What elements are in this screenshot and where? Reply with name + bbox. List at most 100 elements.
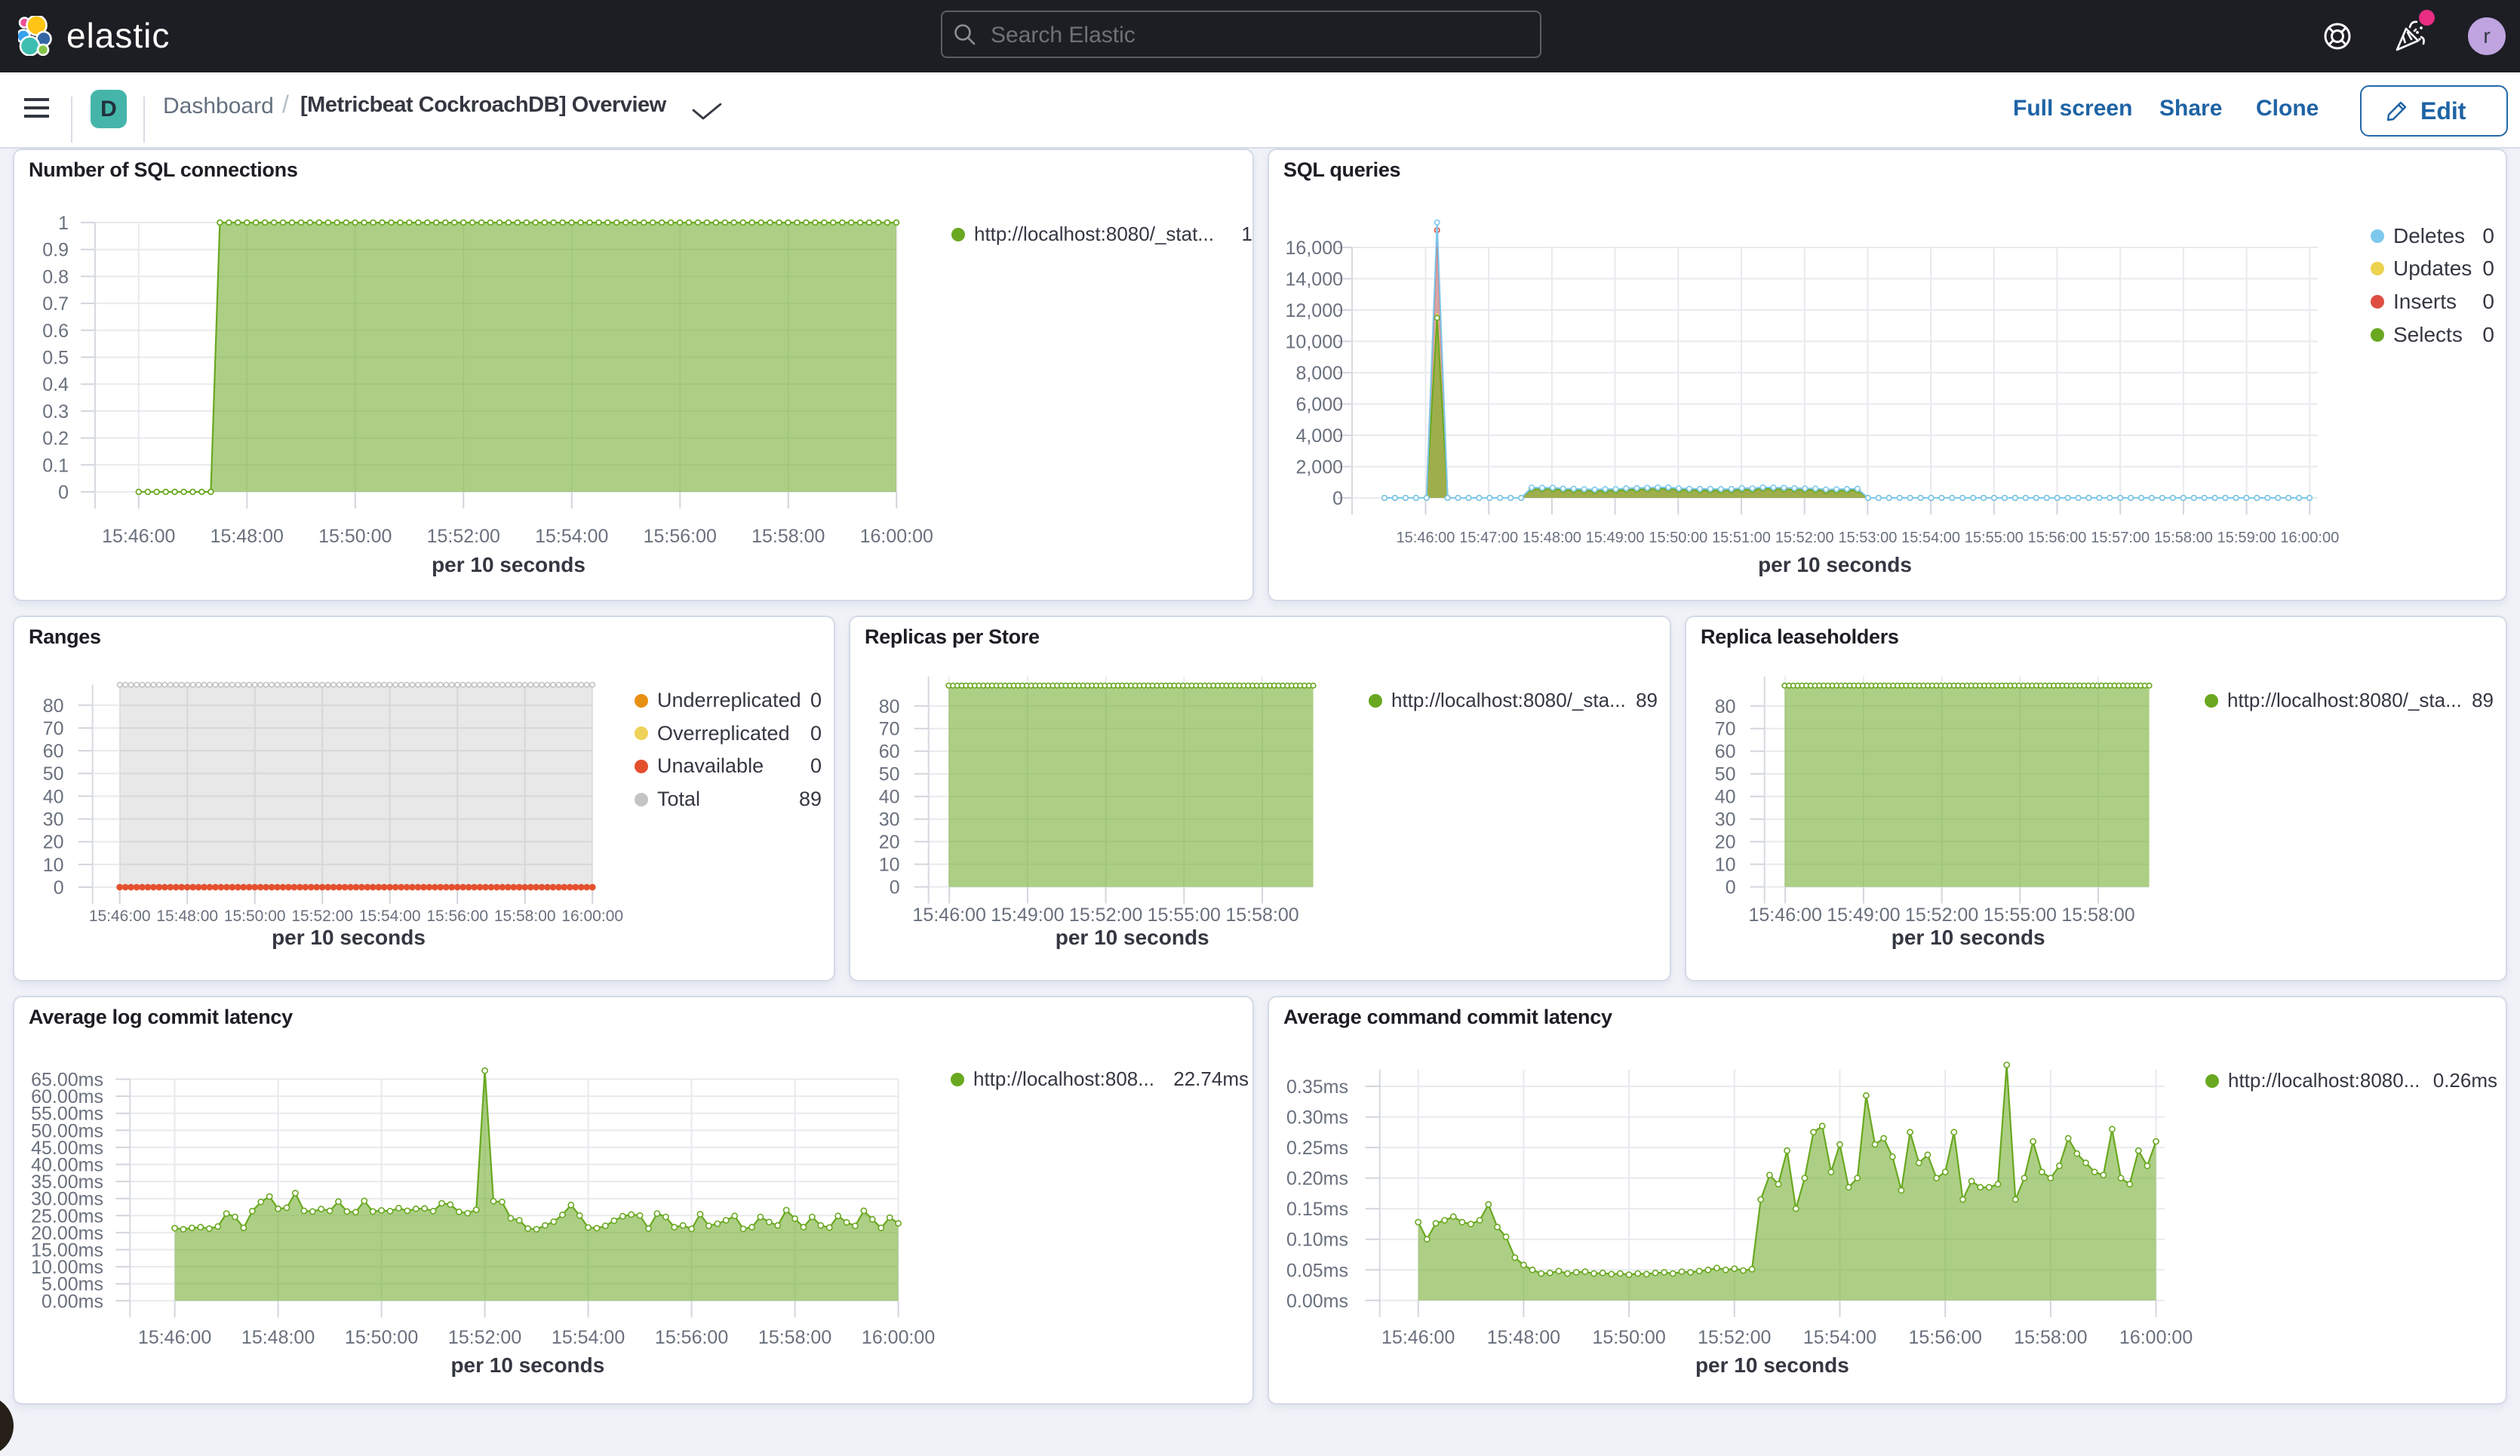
svg-text:16:00:00: 16:00:00: [561, 908, 623, 925]
svg-text:15:56:00: 15:56:00: [2028, 530, 2087, 546]
svg-text:70: 70: [1715, 719, 1736, 740]
svg-text:per 10 seconds: per 10 seconds: [432, 553, 585, 576]
svg-text:30: 30: [43, 809, 64, 831]
svg-text:40: 40: [879, 787, 900, 808]
svg-text:6,000: 6,000: [1295, 395, 1343, 416]
svg-text:15:58:00: 15:58:00: [758, 1327, 831, 1348]
svg-text:65.00ms: 65.00ms: [31, 1070, 103, 1091]
svg-text:15:50:00: 15:50:00: [224, 908, 286, 925]
svg-text:80: 80: [43, 696, 64, 717]
svg-text:15:46:00: 15:46:00: [89, 908, 151, 925]
svg-text:per 10 seconds: per 10 seconds: [450, 1353, 604, 1377]
svg-text:70: 70: [879, 719, 900, 740]
svg-text:15:55:00: 15:55:00: [1148, 905, 1221, 926]
svg-text:60: 60: [879, 742, 900, 763]
svg-text:15:50:00: 15:50:00: [345, 1327, 418, 1348]
svg-text:16:00:00: 16:00:00: [2119, 1327, 2193, 1348]
svg-text:0: 0: [1726, 877, 1736, 898]
svg-text:30: 30: [1715, 809, 1736, 831]
svg-text:10: 10: [1715, 855, 1736, 876]
svg-text:15:49:00: 15:49:00: [1827, 905, 1900, 926]
svg-text:15:48:00: 15:48:00: [241, 1327, 315, 1348]
svg-text:15:55:00: 15:55:00: [1965, 530, 2024, 546]
svg-text:15:50:00: 15:50:00: [318, 526, 392, 547]
svg-text:10: 10: [879, 855, 900, 876]
svg-text:15:52:00: 15:52:00: [1905, 905, 1978, 926]
svg-text:15:51:00: 15:51:00: [1712, 530, 1771, 546]
svg-text:0: 0: [58, 482, 69, 503]
svg-text:per 10 seconds: per 10 seconds: [272, 926, 426, 949]
svg-text:0: 0: [54, 877, 64, 898]
svg-text:15:58:00: 15:58:00: [494, 908, 556, 925]
svg-text:70: 70: [43, 718, 64, 739]
svg-text:15:52:00: 15:52:00: [448, 1327, 521, 1348]
svg-text:15:57:00: 15:57:00: [2091, 530, 2150, 546]
svg-text:15:56:00: 15:56:00: [426, 908, 488, 925]
svg-text:20: 20: [43, 832, 64, 853]
svg-text:0.7: 0.7: [42, 293, 69, 315]
svg-text:15:48:00: 15:48:00: [1523, 530, 1581, 546]
svg-text:15:58:00: 15:58:00: [1225, 905, 1298, 926]
svg-text:0: 0: [890, 877, 900, 898]
svg-text:0.30ms: 0.30ms: [1286, 1107, 1348, 1129]
svg-text:15:58:00: 15:58:00: [2061, 905, 2134, 926]
svg-text:15:49:00: 15:49:00: [1586, 530, 1645, 546]
svg-text:15:50:00: 15:50:00: [1592, 1327, 1665, 1348]
svg-text:40: 40: [43, 786, 64, 807]
svg-text:0.10ms: 0.10ms: [1286, 1230, 1348, 1251]
svg-text:per 10 seconds: per 10 seconds: [1695, 1353, 1849, 1377]
svg-text:15:50:00: 15:50:00: [1649, 530, 1707, 546]
svg-text:0.00ms: 0.00ms: [1286, 1291, 1348, 1312]
svg-text:10,000: 10,000: [1286, 332, 1343, 353]
svg-text:15:53:00: 15:53:00: [1838, 530, 1897, 546]
svg-text:80: 80: [879, 696, 900, 717]
svg-text:15:52:00: 15:52:00: [1775, 530, 1834, 546]
svg-text:15:46:00: 15:46:00: [138, 1327, 211, 1348]
svg-text:15:55:00: 15:55:00: [1984, 905, 2057, 926]
svg-text:12,000: 12,000: [1286, 300, 1343, 321]
svg-text:1: 1: [58, 213, 69, 234]
svg-text:per 10 seconds: per 10 seconds: [1892, 926, 2045, 949]
svg-text:15:56:00: 15:56:00: [655, 1327, 728, 1348]
svg-text:4,000: 4,000: [1295, 425, 1343, 447]
svg-text:0.1: 0.1: [42, 455, 69, 476]
svg-text:16:00:00: 16:00:00: [860, 526, 933, 547]
svg-text:15:52:00: 15:52:00: [427, 526, 500, 547]
svg-text:0.6: 0.6: [42, 321, 69, 342]
svg-text:15:56:00: 15:56:00: [1909, 1327, 1982, 1348]
svg-text:0.25ms: 0.25ms: [1286, 1138, 1348, 1159]
svg-text:15:58:00: 15:58:00: [2154, 530, 2213, 546]
svg-text:15:46:00: 15:46:00: [1749, 905, 1822, 926]
svg-text:15:46:00: 15:46:00: [913, 905, 986, 926]
svg-text:15:52:00: 15:52:00: [291, 908, 353, 925]
svg-text:30: 30: [879, 809, 900, 831]
svg-text:60: 60: [1715, 742, 1736, 763]
svg-text:15:52:00: 15:52:00: [1698, 1327, 1771, 1348]
svg-text:0.5: 0.5: [42, 348, 69, 369]
svg-text:15:59:00: 15:59:00: [2217, 530, 2276, 546]
svg-text:0.35ms: 0.35ms: [1286, 1077, 1348, 1098]
svg-text:15:58:00: 15:58:00: [2014, 1327, 2087, 1348]
svg-text:0.8: 0.8: [42, 266, 69, 287]
svg-text:15:54:00: 15:54:00: [535, 526, 608, 547]
svg-text:15:48:00: 15:48:00: [156, 908, 218, 925]
svg-text:14,000: 14,000: [1286, 269, 1343, 290]
svg-text:15:54:00: 15:54:00: [1901, 530, 1960, 546]
svg-text:20: 20: [879, 832, 900, 853]
svg-text:15:46:00: 15:46:00: [1381, 1327, 1455, 1348]
svg-text:80: 80: [1715, 696, 1736, 717]
svg-text:40: 40: [1715, 787, 1736, 808]
svg-text:16:00:00: 16:00:00: [2280, 530, 2339, 546]
svg-text:50: 50: [43, 763, 64, 785]
svg-text:15:56:00: 15:56:00: [644, 526, 717, 547]
svg-text:15:58:00: 15:58:00: [751, 526, 825, 547]
svg-text:15:48:00: 15:48:00: [1487, 1327, 1560, 1348]
svg-text:0.9: 0.9: [42, 240, 69, 261]
svg-text:0.20ms: 0.20ms: [1286, 1169, 1348, 1190]
svg-text:16:00:00: 16:00:00: [862, 1327, 935, 1348]
svg-text:0.05ms: 0.05ms: [1286, 1260, 1348, 1281]
svg-text:60: 60: [43, 741, 64, 762]
svg-text:15:46:00: 15:46:00: [102, 526, 175, 547]
svg-text:0.2: 0.2: [42, 429, 69, 450]
svg-text:per 10 seconds: per 10 seconds: [1758, 553, 1912, 576]
